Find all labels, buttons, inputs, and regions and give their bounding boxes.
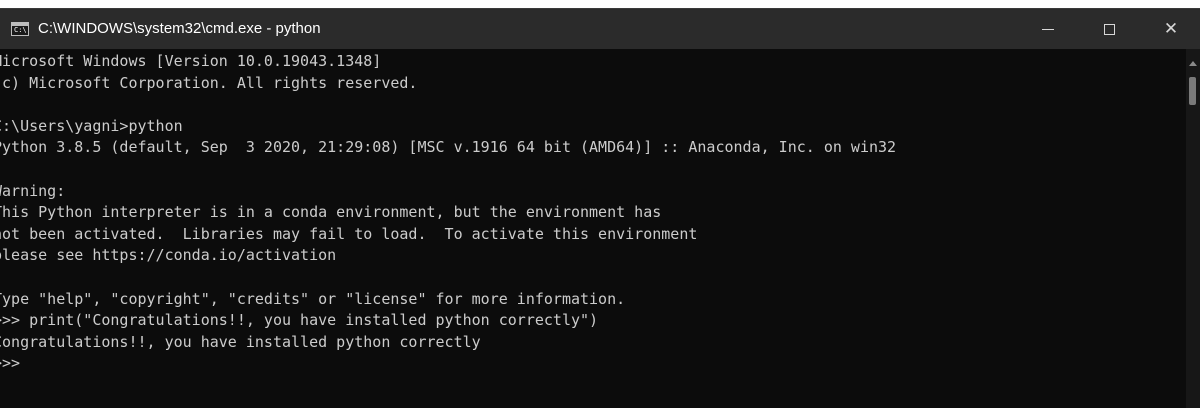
close-icon: ✕ [1163, 19, 1179, 39]
title-bar[interactable]: C:\ C:\WINDOWS\system32\cmd.exe - python… [0, 9, 1200, 49]
console-line: Warning: [0, 181, 66, 200]
console-output[interactable]: Microsoft Windows [Version 10.0.19043.13… [0, 51, 1186, 408]
console-line: >>> print("Congratulations!!, you have i… [0, 311, 599, 330]
console-line: Microsoft Windows [Version 10.0.19043.13… [0, 52, 382, 70]
console-line: C:\Users\yagni>python [0, 116, 183, 135]
close-button[interactable]: ✕ [1148, 9, 1194, 49]
console-line: Type "help", "copyright", "credits" or "… [0, 289, 626, 308]
console-line: please see https://conda.io/activation [0, 246, 337, 265]
console-line: (c) Microsoft Corporation. All rights re… [0, 73, 418, 92]
console-line: This Python interpreter is in a conda en… [0, 203, 662, 222]
maximize-icon [1103, 23, 1115, 35]
console-line: not been activated. Libraries may fail t… [0, 224, 698, 243]
window-title: C:\WINDOWS\system32\cmd.exe - python [38, 20, 321, 37]
minimize-button[interactable] [1025, 9, 1071, 49]
maximize-button[interactable] [1086, 9, 1132, 49]
cmd-icon[interactable]: C:\ [11, 22, 29, 36]
vertical-scrollbar[interactable] [1186, 49, 1200, 408]
scrollbar-thumb[interactable] [1189, 77, 1196, 105]
console-line: Congratulations!!, you have installed py… [0, 332, 481, 351]
console-line: Python 3.8.5 (default, Sep 3 2020, 21:29… [0, 138, 897, 157]
scroll-up-arrow-icon[interactable] [1189, 61, 1197, 66]
console-line: >>> [0, 354, 21, 373]
cmd-window: C:\ C:\WINDOWS\system32\cmd.exe - python… [0, 8, 1200, 408]
minimize-icon [1042, 28, 1054, 30]
